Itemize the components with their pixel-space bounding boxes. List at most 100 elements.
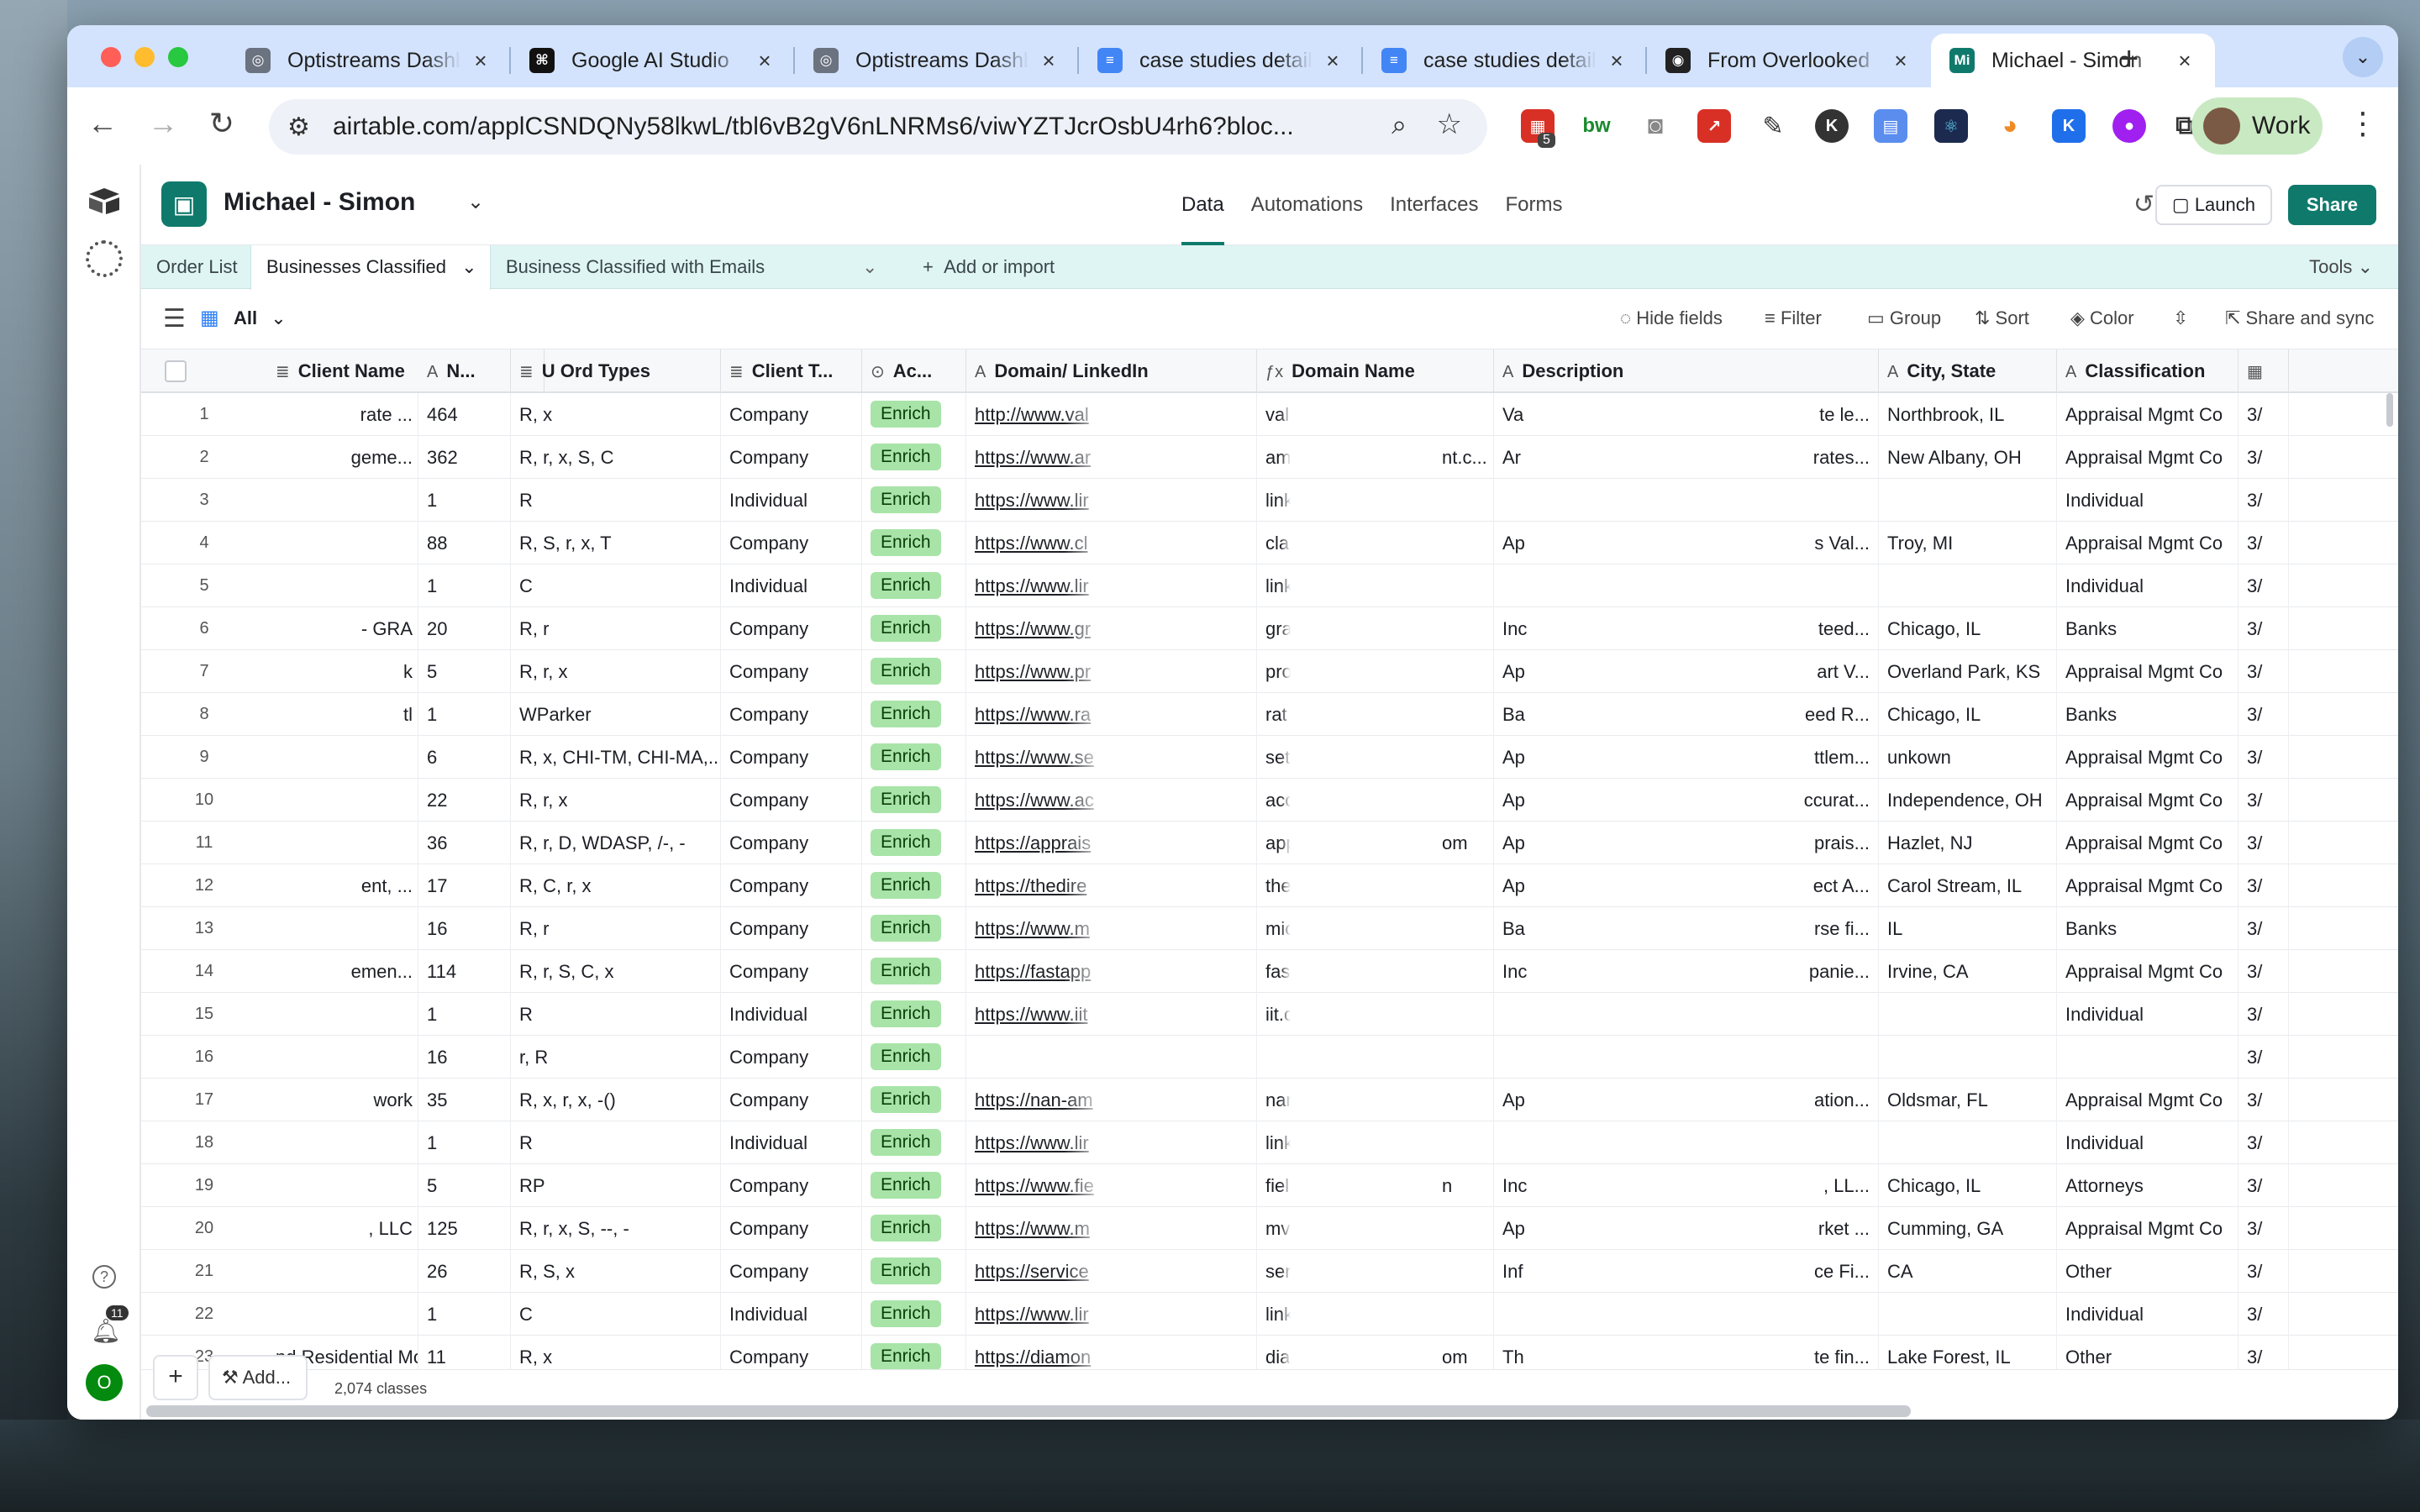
action-cell[interactable]: Enrich <box>862 864 966 907</box>
domain-name-tail[interactable] <box>1291 393 1494 436</box>
domain-name-tail[interactable] <box>1291 479 1494 522</box>
description-cell[interactable]: Ap <box>1494 1207 1544 1250</box>
date-column-header[interactable]: ▦ <box>2238 349 2289 393</box>
classification-cell[interactable]: Individual <box>2057 479 2238 522</box>
domain-link-cell[interactable]: https://www.lir <box>966 1121 1106 1164</box>
classification-cell[interactable]: Appraisal Mgmt Co <box>2057 522 2238 564</box>
domain-name-cell[interactable]: dia <box>1257 1336 1291 1369</box>
enrich-button[interactable]: Enrich <box>871 829 941 856</box>
classification-cell[interactable]: Appraisal Mgmt Co <box>2057 436 2238 479</box>
classification-cell[interactable] <box>2057 1036 2238 1079</box>
column-header[interactable]: A Description <box>1494 349 1879 393</box>
description-tail[interactable] <box>1544 564 1879 607</box>
domain-link-cell[interactable] <box>966 1036 1106 1079</box>
domain-link-cell[interactable]: https://nan-am <box>966 1079 1106 1121</box>
domain-name-cell[interactable]: val <box>1257 393 1291 436</box>
domain-link-cell[interactable]: https://www.gr <box>966 607 1106 650</box>
enrich-button[interactable]: Enrich <box>871 743 941 770</box>
domain-link-cell-overflow[interactable] <box>1106 1164 1257 1207</box>
client-name-cell[interactable] <box>267 907 418 950</box>
domain-link-cell-overflow[interactable] <box>1106 393 1257 436</box>
domain-link-cell-overflow[interactable] <box>1106 1207 1257 1250</box>
client-name-cell[interactable]: , LLC <box>267 1207 418 1250</box>
description-tail[interactable]: rse fi... <box>1544 907 1879 950</box>
airtable-logo-icon[interactable] <box>87 186 121 215</box>
domain-name-cell[interactable]: rat <box>1257 693 1291 736</box>
domain-link-cell-overflow[interactable] <box>1106 1121 1257 1164</box>
browser-tab[interactable]: ≡ case studies details × <box>1079 34 1363 87</box>
enrich-button[interactable]: Enrich <box>871 401 941 428</box>
number-cell[interactable]: 11 <box>418 1336 511 1369</box>
description-cell[interactable]: Ap <box>1494 736 1544 779</box>
zoom-magnifier-icon[interactable]: ⌕ <box>1392 109 1407 141</box>
description-cell[interactable] <box>1494 479 1544 522</box>
action-cell[interactable]: Enrich <box>862 1164 966 1207</box>
sort-button[interactable]: ⇅ Sort <box>1975 307 2029 329</box>
domain-name-tail[interactable] <box>1291 650 1494 693</box>
action-cell[interactable]: Enrich <box>862 1293 966 1336</box>
domain-name-tail[interactable] <box>1291 950 1494 993</box>
chevron-down-icon[interactable]: ⌄ <box>461 256 476 277</box>
table-row[interactable]: 12 ent, ... 17 R, C, r, x Company Enrich https… <box>141 864 2398 907</box>
enrich-button[interactable]: Enrich <box>871 1300 941 1327</box>
row-height-icon[interactable]: ⇳ <box>2173 307 2188 329</box>
description-cell[interactable] <box>1494 1121 1544 1164</box>
order-types-cell[interactable]: RP <box>511 1164 721 1207</box>
domain-link-cell[interactable]: https://apprais <box>966 822 1106 864</box>
domain-link-cell[interactable]: https://www.iit <box>966 993 1106 1036</box>
city-state-cell[interactable]: Cumming, GA <box>1879 1207 2057 1250</box>
client-type-cell[interactable]: Company <box>721 950 862 993</box>
tab-close-icon[interactable]: × <box>1037 48 1060 74</box>
client-type-cell[interactable]: Company <box>721 907 862 950</box>
description-cell[interactable]: Ba <box>1494 693 1544 736</box>
city-state-cell[interactable]: Carol Stream, IL <box>1879 864 2057 907</box>
description-tail[interactable] <box>1544 1293 1879 1336</box>
date-cell[interactable]: 3/ <box>2238 950 2289 993</box>
number-cell[interactable]: 1 <box>418 693 511 736</box>
city-state-cell[interactable] <box>1879 564 2057 607</box>
domain-link-cell[interactable]: https://www.ra <box>966 693 1106 736</box>
domain-link-cell-overflow[interactable] <box>1106 1250 1257 1293</box>
order-types-cell[interactable]: R, x, r, x, -() <box>511 1079 721 1121</box>
description-tail[interactable]: te le... <box>1544 393 1879 436</box>
extension-k-blue-icon[interactable]: K <box>2052 109 2086 143</box>
domain-link-cell[interactable]: https://www.lir <box>966 479 1106 522</box>
table-row[interactable]: 11 36 R, r, D, WDASP, /-, - Company Enrich ht… <box>141 822 2398 864</box>
client-name-cell[interactable]: work <box>267 1079 418 1121</box>
order-types-cell[interactable]: C <box>511 564 721 607</box>
user-avatar[interactable]: O <box>86 1364 123 1401</box>
tab-close-icon[interactable]: × <box>1889 48 1912 74</box>
date-cell[interactable]: 3/ <box>2238 479 2289 522</box>
select-all-checkbox[interactable] <box>165 360 187 382</box>
date-cell[interactable]: 3/ <box>2238 1207 2289 1250</box>
domain-link-cell-overflow[interactable] <box>1106 993 1257 1036</box>
domain-link-cell-overflow[interactable] <box>1106 736 1257 779</box>
domain-name-cell[interactable]: the <box>1257 864 1291 907</box>
city-state-cell[interactable] <box>1879 1036 2057 1079</box>
column-header[interactable]: A Domain/ LinkedIn <box>966 349 1257 393</box>
vertical-scrollbar[interactable] <box>2386 393 2393 427</box>
city-state-cell[interactable]: Overland Park, KS <box>1879 650 2057 693</box>
browser-tab[interactable]: ⌘ Google AI Studio × <box>511 34 795 87</box>
description-tail[interactable]: ect A... <box>1544 864 1879 907</box>
classification-cell[interactable]: Appraisal Mgmt Co <box>2057 1207 2238 1250</box>
enrich-button[interactable]: Enrich <box>871 615 941 642</box>
table-tab-order-list[interactable]: Order List <box>141 245 253 289</box>
client-type-cell[interactable]: Company <box>721 607 862 650</box>
client-name-cell[interactable] <box>267 736 418 779</box>
number-cell[interactable]: 114 <box>418 950 511 993</box>
description-cell[interactable] <box>1494 1293 1544 1336</box>
enrich-button[interactable]: Enrich <box>871 572 941 599</box>
number-cell[interactable]: 1 <box>418 479 511 522</box>
maximize-window-button[interactable] <box>168 47 188 67</box>
domain-name-cell[interactable]: am <box>1257 436 1291 479</box>
minimize-window-button[interactable] <box>134 47 155 67</box>
domain-name-tail[interactable] <box>1291 1079 1494 1121</box>
number-cell[interactable]: 26 <box>418 1250 511 1293</box>
help-icon[interactable]: ? <box>92 1265 116 1289</box>
domain-name-cell[interactable]: app <box>1257 822 1291 864</box>
row-number[interactable]: 2 <box>141 436 267 479</box>
city-state-cell[interactable]: unkown <box>1879 736 2057 779</box>
domain-name-cell[interactable]: mv <box>1257 1207 1291 1250</box>
classification-cell[interactable]: Banks <box>2057 607 2238 650</box>
